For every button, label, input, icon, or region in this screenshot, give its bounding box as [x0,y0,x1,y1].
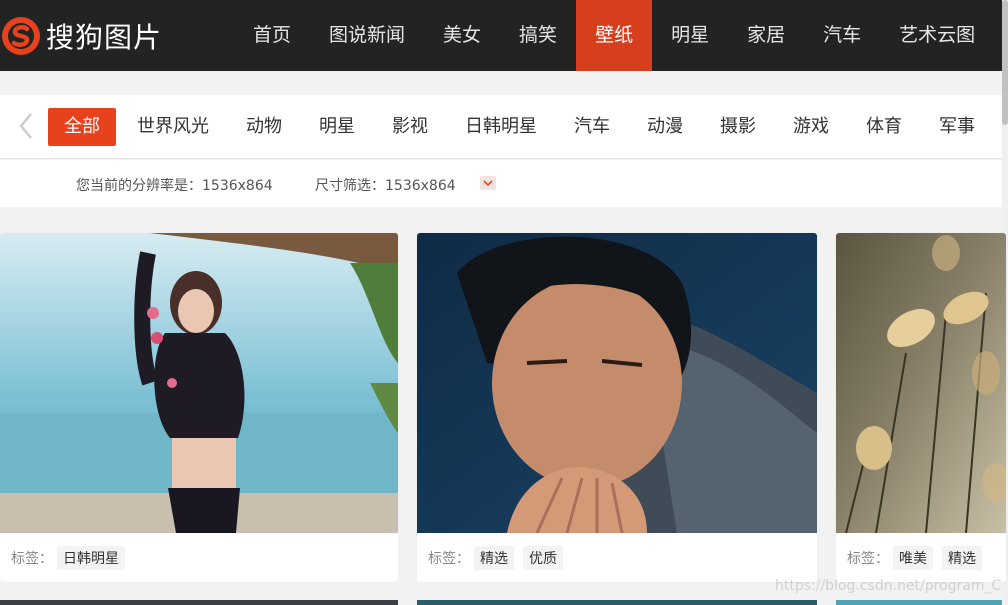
category-cars[interactable]: 汽车 [558,108,626,146]
sogou-logo[interactable]: 搜狗图片 [0,14,162,58]
category-photography[interactable]: 摄影 [704,108,772,146]
scrollbar-thumb[interactable] [1002,0,1008,125]
wallpaper-image[interactable] [0,233,398,533]
resolution-info: 您当前的分辨率是：1536x864 [76,178,273,194]
category-military[interactable]: 军事 [923,108,991,146]
wallpaper-image[interactable] [417,233,817,533]
main-nav: 首页 图说新闻 美女 搞笑 壁纸 明星 家居 汽车 艺术云图 [234,0,994,71]
chevron-down-icon[interactable] [480,176,496,190]
nav-item-stars[interactable]: 明星 [652,0,728,71]
category-anime[interactable]: 动漫 [631,108,699,146]
category-bar: 全部 世界风光 动物 明星 影视 日韩明星 汽车 动漫 摄影 游戏 体育 军事 [0,95,1002,159]
tag-item[interactable]: 唯美 [893,546,933,570]
category-jk-stars[interactable]: 日韩明星 [449,108,553,146]
tag-label: 标签： [847,551,889,567]
tag-item[interactable]: 精选 [942,546,982,570]
card-tags: 标签： 唯美 精选 [847,546,991,570]
tag-label: 标签： [11,551,53,567]
sogou-logo-icon [2,17,40,55]
wallpaper-card[interactable]: 标签： 唯美 精选 [836,233,1006,582]
filter-bar: 您当前的分辨率是：1536x864 尺寸筛选：1536x864 [0,160,1002,207]
category-animals[interactable]: 动物 [230,108,298,146]
category-stars[interactable]: 明星 [303,108,371,146]
category-list: 全部 世界风光 动物 明星 影视 日韩明星 汽车 动漫 摄影 游戏 体育 军事 [48,108,996,146]
nav-item-beauty[interactable]: 美女 [424,0,500,71]
wallpaper-card[interactable]: 标签： 精选 优质 [417,233,817,582]
tag-item[interactable]: 日韩明星 [57,546,125,570]
tag-item[interactable]: 精选 [474,546,514,570]
wallpaper-card[interactable]: 标签： 日韩明星 [0,233,398,582]
next-row-card[interactable] [417,600,817,605]
category-sports[interactable]: 体育 [850,108,918,146]
nav-item-funny[interactable]: 搞笑 [500,0,576,71]
next-row-card[interactable] [0,600,398,605]
next-row-card[interactable] [836,600,1002,605]
watermark: https://blog.csdn.net/program_C [775,578,1002,594]
nav-item-home[interactable]: 首页 [234,0,310,71]
nav-item-wallpaper[interactable]: 壁纸 [576,0,653,71]
category-all[interactable]: 全部 [48,108,116,146]
category-games[interactable]: 游戏 [777,108,845,146]
wallpaper-image[interactable] [836,233,1006,533]
card-tags: 标签： 精选 优质 [428,546,572,570]
size-filter-label: 尺寸筛选：1536x864 [315,178,456,194]
nav-item-art-cloud[interactable]: 艺术云图 [880,0,994,71]
nav-item-cars[interactable]: 汽车 [804,0,880,71]
chevron-left-icon[interactable] [14,111,38,141]
tag-item[interactable]: 优质 [523,546,563,570]
nav-item-news[interactable]: 图说新闻 [310,0,424,71]
category-film[interactable]: 影视 [376,108,444,146]
top-navigation: 搜狗图片 首页 图说新闻 美女 搞笑 壁纸 明星 家居 汽车 艺术云图 [0,0,1002,71]
card-tags: 标签： 日韩明星 [11,546,134,570]
brand-name: 搜狗图片 [46,21,163,54]
nav-item-home-decor[interactable]: 家居 [728,0,804,71]
tag-label: 标签： [428,551,470,567]
category-scenery[interactable]: 世界风光 [121,108,225,146]
